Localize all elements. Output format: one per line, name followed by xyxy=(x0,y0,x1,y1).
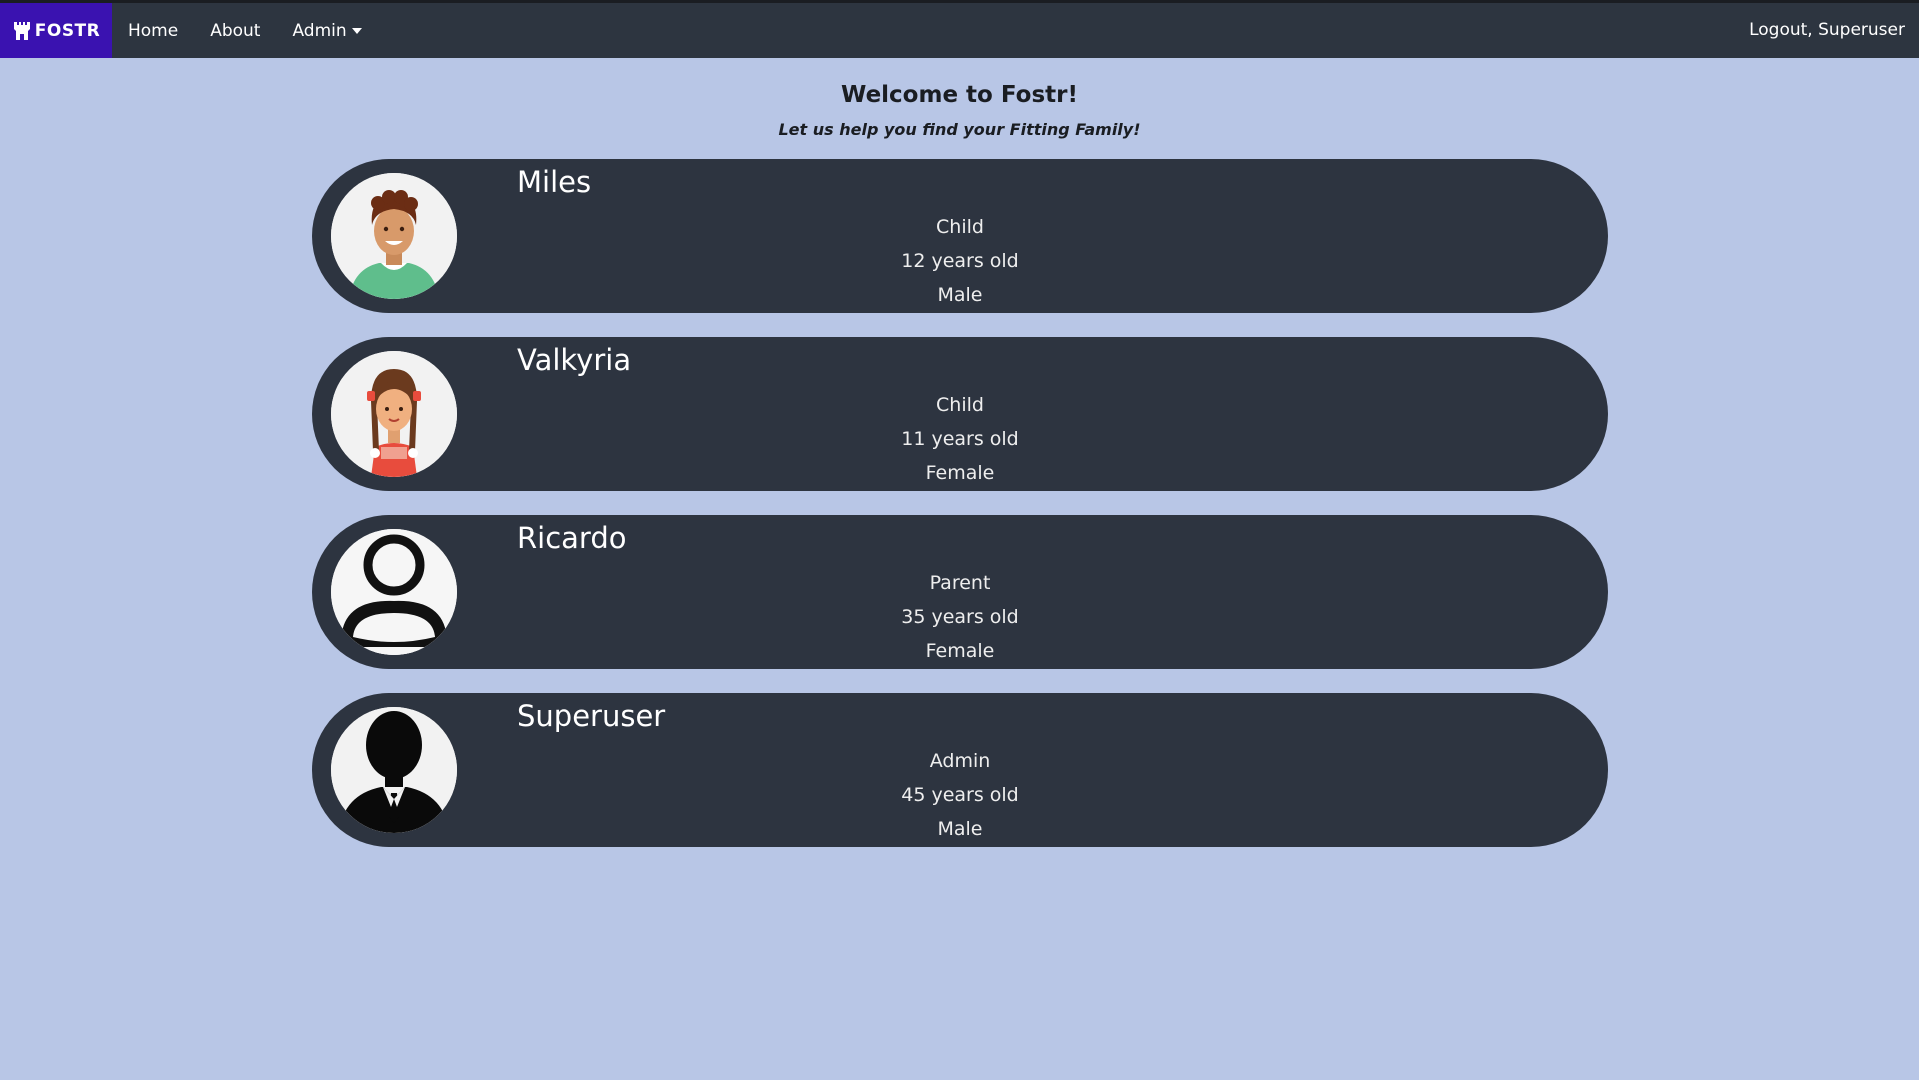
brand-label: FOSTR xyxy=(34,20,101,41)
profile-card[interactable]: Miles Child 12 years old Male xyxy=(312,159,1608,313)
profile-gender: Male xyxy=(937,284,983,306)
profile-age: 12 years old xyxy=(901,250,1019,272)
profile-name: Ricardo xyxy=(517,521,627,555)
profile-age: 11 years old xyxy=(901,428,1019,450)
profile-details: Child 12 years old Male xyxy=(312,210,1608,312)
nav-home[interactable]: Home xyxy=(128,21,178,41)
profile-role: Child xyxy=(936,394,984,416)
navbar: FOSTR Home About Admin Logout, Superuser xyxy=(0,3,1919,58)
logout-link[interactable]: Logout, Superuser xyxy=(1749,20,1905,40)
profile-gender: Female xyxy=(925,640,995,662)
nav-admin-dropdown[interactable]: Admin xyxy=(292,20,362,41)
profile-gender: Male xyxy=(937,818,983,840)
castle-icon xyxy=(13,21,30,40)
profile-details: Child 11 years old Female xyxy=(312,388,1608,490)
nav-admin-label: Admin xyxy=(292,20,347,41)
profile-details: Admin 45 years old Male xyxy=(312,744,1608,846)
page-title: Welcome to Fostr! xyxy=(841,82,1078,108)
page-tagline: Let us help you find your Fitting Family… xyxy=(778,120,1141,139)
caret-down-icon xyxy=(351,27,362,34)
nav-about[interactable]: About xyxy=(210,21,260,41)
profile-role: Child xyxy=(936,216,984,238)
profile-name: Superuser xyxy=(517,699,666,733)
brand-logo[interactable]: FOSTR xyxy=(0,3,112,58)
profile-card[interactable]: Ricardo Parent 35 years old Female xyxy=(312,515,1608,669)
profile-age: 45 years old xyxy=(901,784,1019,806)
profile-details: Parent 35 years old Female xyxy=(312,566,1608,668)
profile-name: Miles xyxy=(517,165,592,199)
profile-role: Parent xyxy=(929,572,991,594)
profile-name: Valkyria xyxy=(517,343,632,377)
profile-age: 35 years old xyxy=(901,606,1019,628)
profile-gender: Female xyxy=(925,462,995,484)
profile-card[interactable]: Superuser Admin 45 years old Male xyxy=(312,693,1608,847)
profile-role: Admin xyxy=(929,750,991,772)
profile-card[interactable]: Valkyria Child 11 years old Female xyxy=(312,337,1608,491)
